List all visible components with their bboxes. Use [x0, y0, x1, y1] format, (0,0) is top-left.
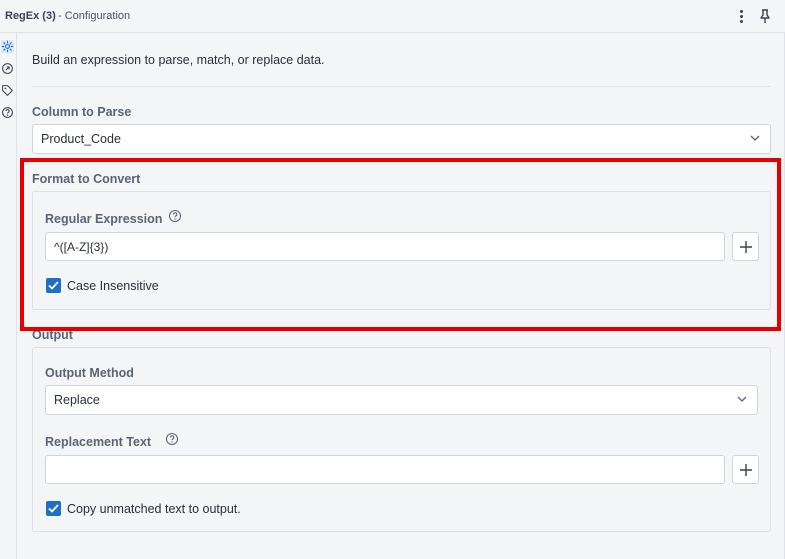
output-method-label: Output Method — [45, 366, 134, 380]
format-to-convert-label: Format to Convert — [32, 172, 141, 186]
replacement-text-input[interactable] — [45, 455, 725, 484]
format-to-convert-card: Regular Expression Case Insensitive — [32, 191, 771, 310]
replacement-text-label: Replacement Text — [45, 435, 152, 449]
copy-unmatched-label: Copy unmatched text to output. — [67, 502, 241, 516]
chevron-down-icon — [750, 135, 760, 141]
regex-input[interactable] — [45, 232, 725, 261]
copy-unmatched-checkbox[interactable] — [46, 501, 61, 516]
help-icon[interactable] — [1, 106, 14, 119]
intro-text: Build an expression to parse, match, or … — [32, 53, 325, 67]
chevron-down-icon — [737, 396, 747, 402]
column-to-parse-label: Column to Parse — [32, 105, 132, 119]
case-insensitive-checkbox[interactable] — [46, 278, 61, 293]
column-to-parse-value: Product_Code — [41, 132, 121, 146]
plus-icon — [739, 240, 752, 253]
pin-icon[interactable] — [757, 8, 773, 24]
output-label: Output — [32, 328, 73, 342]
checkmark-icon — [48, 504, 59, 513]
gear-icon[interactable] — [1, 40, 14, 53]
configuration-panel: Build an expression to parse, match, or … — [18, 33, 785, 559]
replacement-insert-button[interactable] — [732, 455, 759, 484]
regex-insert-button[interactable] — [732, 232, 759, 261]
output-method-select[interactable]: Replace — [45, 385, 758, 415]
window-title: RegEx (3) — [5, 10, 56, 22]
tag-icon[interactable] — [1, 84, 14, 97]
case-insensitive-label: Case Insensitive — [67, 279, 159, 293]
arrow-icon[interactable] — [1, 62, 14, 75]
column-to-parse-select[interactable]: Product_Code — [32, 124, 771, 154]
output-card: Output Method Replace Replacement Text C… — [32, 347, 771, 532]
regex-help-icon[interactable] — [168, 209, 182, 223]
checkmark-icon — [48, 281, 59, 290]
plus-icon — [739, 463, 752, 476]
output-method-value: Replace — [54, 393, 100, 407]
divider — [32, 86, 771, 87]
window-subtitle: - Configuration — [58, 10, 131, 22]
replacement-help-icon[interactable] — [165, 432, 179, 446]
kebab-menu-icon[interactable] — [734, 8, 748, 24]
left-icon-rail — [0, 33, 17, 559]
title-bar: RegEx (3) - Configuration — [0, 0, 785, 33]
regex-label: Regular Expression — [45, 212, 163, 226]
